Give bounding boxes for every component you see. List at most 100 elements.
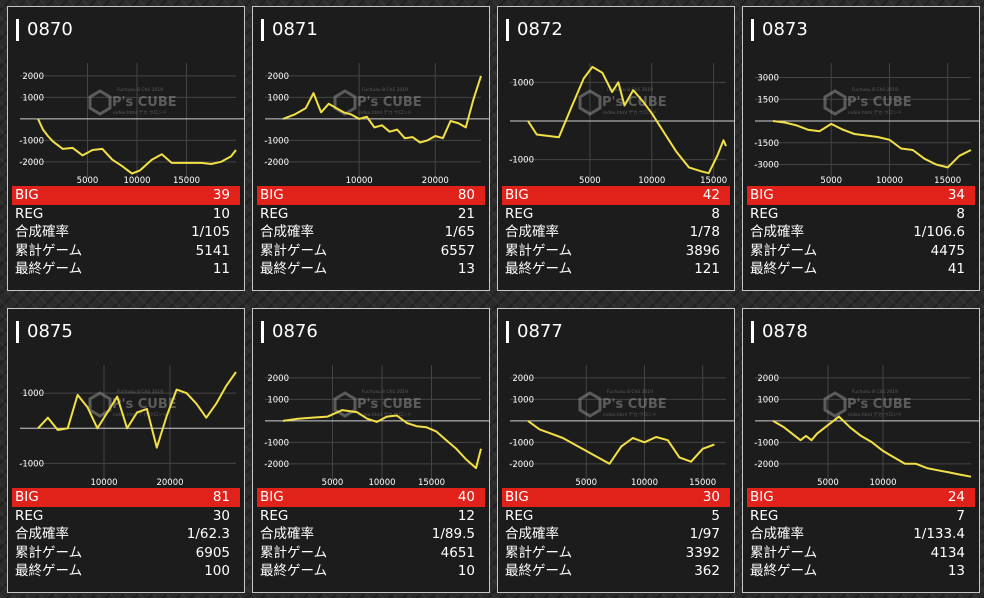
watermark-logo-text: P's CUBE xyxy=(847,95,912,110)
y-tick-label: -2000 xyxy=(509,460,534,470)
stat-row-last: 最終ゲーム 13 xyxy=(743,562,979,581)
rate-value: 1/97 xyxy=(689,526,720,542)
slump-graph-svg: 2000 1000 -1000 -2000 5000 10000 Fuchuku 8 Chō… xyxy=(754,365,979,487)
machine-number[interactable]: 0877 xyxy=(517,321,563,343)
total-games-label: 累計ゲーム xyxy=(260,242,328,259)
title-accent-bar xyxy=(16,19,19,41)
reg-value: 10 xyxy=(212,205,230,222)
stat-row-reg: REG 8 xyxy=(498,205,734,224)
slump-graph: 1000 -1000 10000 20000 Fuchuku 8 Chō 2019 P's… xyxy=(8,359,244,487)
watermark-subtext: Fuchuku 8 Chō 2019 xyxy=(607,389,653,395)
y-tick-label: 1500 xyxy=(757,95,779,105)
stats-table: BIG 80 REG 21 合成確率 1/65 累計ゲーム 6557 最終ゲーム… xyxy=(253,186,489,279)
stat-row-total: 累計ゲーム 4475 xyxy=(743,242,979,261)
x-tick-label: 20000 xyxy=(156,478,183,487)
machine-number[interactable]: 0876 xyxy=(272,321,318,343)
stat-row-rate: 合成確率 1/133.4 xyxy=(743,525,979,544)
card-header: 0871 xyxy=(261,19,318,41)
slump-graph: 2000 1000 -1000 -2000 5000 10000 15000 Fuchuku … xyxy=(8,57,244,185)
last-game-value: 13 xyxy=(947,563,965,579)
x-tick-label: 5000 xyxy=(579,176,601,185)
rate-value: 1/65 xyxy=(444,224,475,240)
watermark-subtext: Fuchuku 8 Chō 2019 xyxy=(852,87,898,93)
stat-row-last: 最終ゲーム 11 xyxy=(8,260,244,279)
total-games-label: 累計ゲーム xyxy=(260,544,328,561)
machine-number[interactable]: 0870 xyxy=(27,19,73,41)
stat-row-big: BIG 80 xyxy=(257,186,485,205)
cube-logo-icon xyxy=(823,89,847,116)
y-tick-label: 1000 xyxy=(267,93,289,103)
reg-value: 30 xyxy=(212,507,230,524)
y-tick-label: -1000 xyxy=(264,136,289,146)
watermark-subtext-2: index.html デカ ウロンド xyxy=(358,109,412,116)
y-tick-label: 2000 xyxy=(22,72,44,82)
last-game-label: 最終ゲーム xyxy=(505,261,573,277)
slump-series-line xyxy=(527,65,727,175)
big-label: BIG xyxy=(750,489,774,505)
total-games-value: 4475 xyxy=(930,242,965,259)
rate-label: 合成確率 xyxy=(15,224,69,240)
slump-series-line xyxy=(772,415,972,478)
pscube-watermark-icon: Fuchuku 8 Chō 2019 P's CUBEindex.html デカ … xyxy=(823,87,912,116)
watermark-logo-text: P's CUBE xyxy=(602,95,667,110)
reg-label: REG xyxy=(750,507,779,524)
machine-card[interactable]: 0872 1000 -1000 5000 10000 15000 Fuchuku 8 Ch… xyxy=(497,6,735,291)
title-accent-bar xyxy=(506,321,509,343)
card-header: 0875 xyxy=(16,321,73,343)
big-value: 34 xyxy=(947,187,965,203)
stat-row-total: 累計ゲーム 6557 xyxy=(253,242,489,261)
last-game-label: 最終ゲーム xyxy=(505,563,573,579)
rate-label: 合成確率 xyxy=(260,224,314,240)
big-value: 24 xyxy=(947,489,965,505)
y-tick-label: -3000 xyxy=(754,161,779,171)
y-tick-label: 2000 xyxy=(267,72,289,82)
pscube-watermark-icon: Fuchuku 8 Chō 2019 P's CUBEindex.html デカ … xyxy=(823,389,912,418)
machine-card[interactable]: 0870 2000 1000 -1000 -2000 5000 10000 15000 Fuc… xyxy=(7,6,245,291)
card-header: 0870 xyxy=(16,19,73,41)
y-tick-label: -2000 xyxy=(754,460,779,470)
big-value: 42 xyxy=(702,187,720,203)
machine-card[interactable]: 0878 2000 1000 -1000 -2000 5000 10000 Fuchuku … xyxy=(742,308,980,593)
last-game-value: 121 xyxy=(694,261,720,277)
x-tick-label: 10000 xyxy=(876,176,903,185)
machine-card[interactable]: 0876 2000 1000 -1000 -2000 5000 10000 15000 Fuc… xyxy=(252,308,490,593)
y-tick-label: -2000 xyxy=(264,158,289,168)
pscube-watermark-icon: Fuchuku 8 Chō 2019 P's CUBEindex.html デカ … xyxy=(578,389,667,418)
y-tick-label: 2000 xyxy=(267,374,289,384)
stat-row-rate: 合成確率 1/89.5 xyxy=(253,525,489,544)
big-label: BIG xyxy=(260,187,284,203)
x-tick-label: 5000 xyxy=(575,478,597,487)
reg-value: 5 xyxy=(711,507,720,524)
last-game-value: 41 xyxy=(947,261,965,277)
stats-table: BIG 39 REG 10 合成確率 1/105 累計ゲーム 5141 最終ゲー… xyxy=(8,186,244,279)
big-value: 81 xyxy=(212,489,230,505)
y-tick-label: 1000 xyxy=(22,93,44,103)
reg-label: REG xyxy=(260,507,289,524)
big-value: 30 xyxy=(702,489,720,505)
x-tick-label: 5000 xyxy=(817,478,839,487)
big-label: BIG xyxy=(260,489,284,505)
stat-row-reg: REG 8 xyxy=(743,205,979,224)
stat-row-last: 最終ゲーム 362 xyxy=(498,562,734,581)
machine-card[interactable]: 0877 2000 1000 -1000 -2000 5000 10000 15000 Fuc… xyxy=(497,308,735,593)
stat-row-big: BIG 81 xyxy=(12,488,240,507)
rate-value: 1/89.5 xyxy=(431,526,475,542)
machine-number[interactable]: 0873 xyxy=(762,19,808,41)
machine-number[interactable]: 0875 xyxy=(27,321,73,343)
title-accent-bar xyxy=(506,19,509,41)
stat-row-total: 累計ゲーム 3896 xyxy=(498,242,734,261)
machine-number[interactable]: 0872 xyxy=(517,19,563,41)
machine-number[interactable]: 0878 xyxy=(762,321,808,343)
machine-card[interactable]: 0873 3000 1500 -1500 -3000 5000 10000 15000 Fuc… xyxy=(742,6,980,291)
machine-card[interactable]: 0875 1000 -1000 10000 20000 Fuchuku 8 Chō 20… xyxy=(7,308,245,593)
big-value: 80 xyxy=(457,187,475,203)
last-game-value: 10 xyxy=(457,563,475,579)
reg-value: 12 xyxy=(457,507,475,524)
x-tick-label: 10000 xyxy=(346,176,373,185)
total-games-value: 3896 xyxy=(685,242,720,259)
machine-card[interactable]: 0871 2000 1000 -1000 -2000 10000 20000 Fuchuku… xyxy=(252,6,490,291)
rate-label: 合成確率 xyxy=(505,224,559,240)
x-tick-label: 10000 xyxy=(631,478,658,487)
machine-number[interactable]: 0871 xyxy=(272,19,318,41)
x-tick-label: 10000 xyxy=(90,478,117,487)
